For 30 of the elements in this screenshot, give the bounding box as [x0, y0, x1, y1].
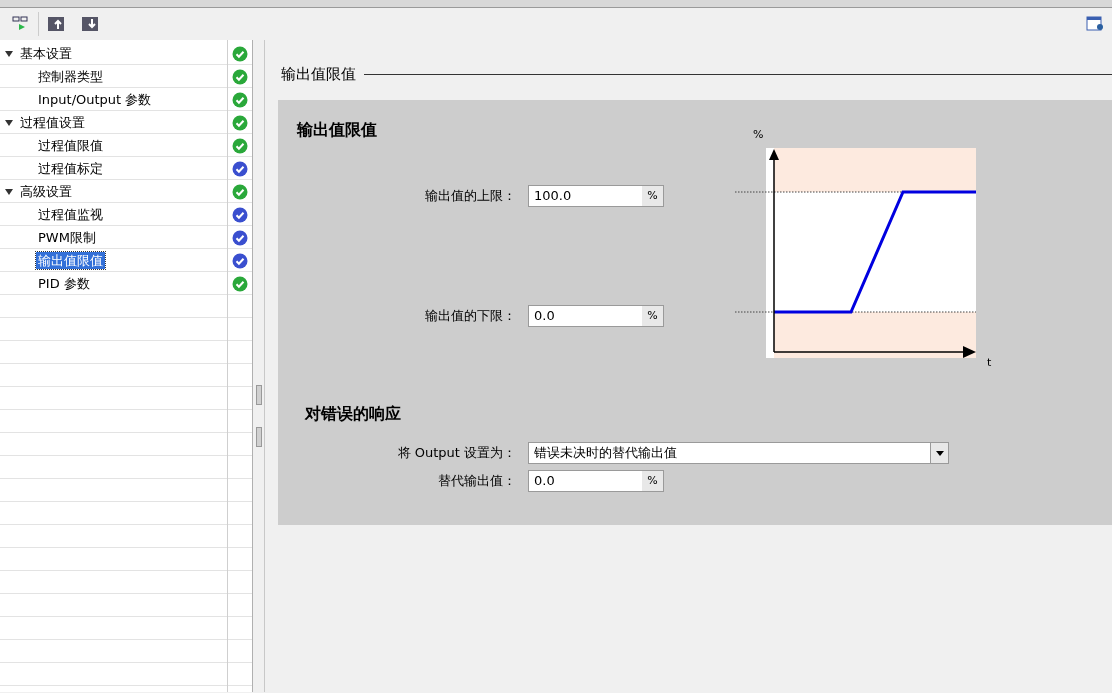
tree-item[interactable]: PID 参数	[36, 275, 92, 292]
panel-title: 对错误的响应	[303, 403, 402, 425]
axis-label: t	[987, 356, 992, 369]
upper-limit-label: 输出值的上限：	[424, 187, 517, 206]
move-up-icon[interactable]	[47, 15, 65, 33]
expand-handle[interactable]	[255, 427, 262, 447]
panel-title: 输出值限值	[295, 119, 378, 141]
collapse-handle[interactable]	[255, 385, 262, 405]
window-layout-icon[interactable]	[1086, 15, 1104, 33]
expand-arrow-icon[interactable]	[5, 119, 13, 126]
tree-item[interactable]: Input/Output 参数	[36, 91, 154, 108]
expand-arrow-icon[interactable]	[5, 50, 13, 57]
tree-item[interactable]: 输出值限值	[36, 252, 105, 269]
output-mode-label: 将 Output 设置为：	[396, 444, 517, 463]
move-down-icon[interactable]	[81, 15, 99, 33]
tree-item[interactable]: 过程值监视	[36, 206, 105, 223]
tree-item[interactable]: 过程值限值	[36, 137, 105, 154]
section-header: 输出值限值	[281, 63, 356, 85]
tree-item[interactable]: 控制器类型	[36, 68, 105, 85]
tree-item[interactable]: 高级设置	[18, 183, 74, 200]
lower-limit-label: 输出值的下限：	[424, 307, 517, 326]
output-mode-dropdown[interactable]: 错误未决时的替代输出值	[528, 442, 949, 464]
tree-item[interactable]: 基本设置	[18, 45, 74, 62]
tree-item[interactable]: 过程值标定	[36, 160, 105, 177]
glasses-play-icon[interactable]	[12, 15, 30, 33]
expand-arrow-icon[interactable]	[5, 188, 13, 195]
tree-item[interactable]: 过程值设置	[18, 114, 87, 131]
axis-label: %	[753, 128, 764, 141]
substitute-value-label: 替代输出值：	[437, 472, 517, 491]
tree-item[interactable]: PWM限制	[36, 229, 98, 246]
